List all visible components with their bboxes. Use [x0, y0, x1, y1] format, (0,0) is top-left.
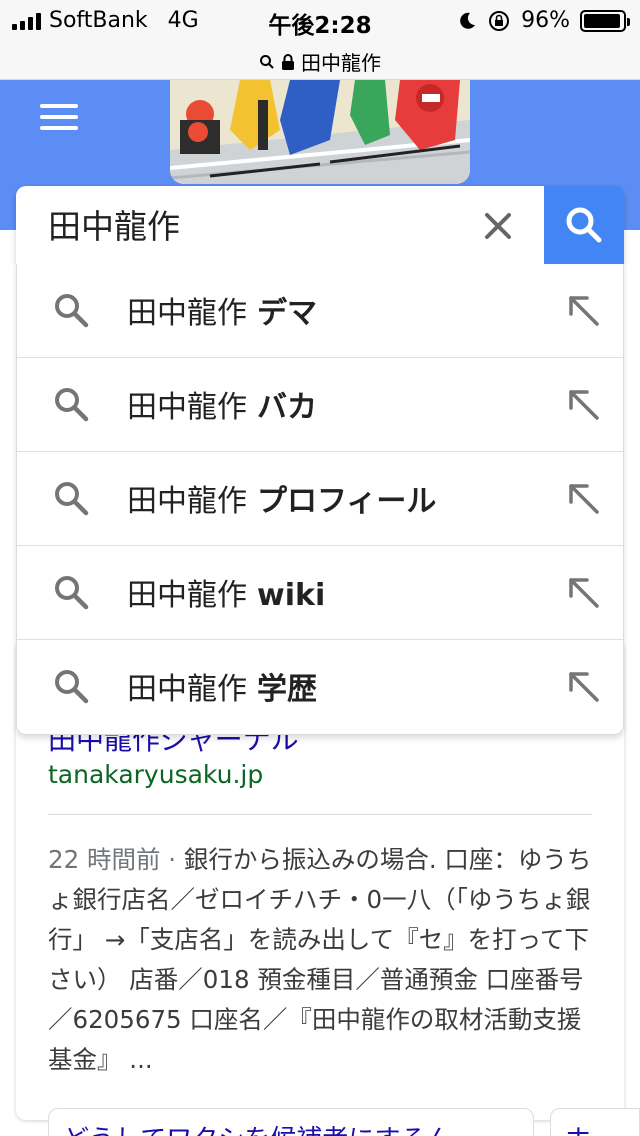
status-bar: SoftBank 4G 午後2:28 96% — [0, 0, 640, 44]
close-icon — [485, 213, 511, 239]
fill-query-arrow-icon[interactable] — [563, 290, 603, 330]
search-icon — [55, 482, 89, 516]
search-button[interactable] — [544, 186, 624, 264]
search-icon — [55, 388, 89, 422]
suggestion-text: 田中龍作 デマ — [127, 288, 317, 332]
suggestion-text: 田中龍作 プロフィール — [127, 476, 436, 520]
suggestion-text: 田中龍作 wiki — [127, 570, 325, 614]
search-icon — [55, 294, 89, 328]
related-search-chip-2[interactable]: ホ — [550, 1108, 640, 1136]
fill-query-arrow-icon[interactable] — [563, 666, 603, 706]
result-date: 22 時間前 · — [48, 845, 184, 874]
suggestion-text: 田中龍作 バカ — [127, 382, 317, 426]
suggestion-prefix: 田中龍作 — [127, 484, 247, 519]
url-domain: 田中龍作 — [301, 51, 381, 75]
battery-icon — [580, 9, 630, 32]
result-snippet-text: 銀行から振込みの場合. 口座：ゆうちょ銀行店名／ゼロイチハチ・0一八（「ゆうちょ… — [48, 845, 592, 1074]
moon-icon — [460, 12, 476, 29]
suggestion-suffix: wiki — [257, 578, 326, 613]
fill-query-arrow-icon[interactable] — [563, 384, 603, 424]
search-icon — [260, 54, 274, 69]
status-right: 96% — [457, 8, 630, 33]
suggestion-text: 田中龍作 学歴 — [127, 664, 317, 708]
lock-icon — [282, 53, 294, 70]
suggestion-prefix: 田中龍作 — [127, 578, 247, 613]
suggestion-prefix: 田中龍作 — [127, 390, 247, 425]
suggestion-item[interactable]: 田中龍作 バカ — [17, 358, 623, 452]
search-box — [16, 186, 624, 264]
suggestion-suffix: デマ — [257, 296, 317, 331]
suggestion-prefix: 田中龍作 — [127, 296, 247, 331]
doodle-illustration — [170, 80, 470, 184]
search-icon — [566, 207, 602, 243]
suggestion-suffix: バカ — [257, 390, 317, 425]
related-search-chip[interactable]: どうしてワタシを候補者にするん — [48, 1108, 534, 1136]
suggestion-suffix: プロフィール — [257, 484, 437, 519]
url-bar[interactable]: 田中龍作 — [0, 44, 640, 80]
rotation-lock-icon — [489, 10, 510, 31]
search-icon — [55, 670, 89, 704]
menu-icon[interactable] — [40, 104, 80, 132]
suggestion-item[interactable]: 田中龍作 デマ — [17, 264, 623, 358]
clear-button[interactable] — [478, 206, 518, 246]
fill-query-arrow-icon[interactable] — [563, 478, 603, 518]
suggestion-suffix: 学歴 — [257, 672, 317, 707]
suggestion-item[interactable]: 田中龍作 学歴 — [17, 640, 623, 734]
browser-page: SoftBank 4G 午後2:28 96% 田中龍作 田中龍作ジャーナル ta… — [0, 0, 640, 1136]
doodle-image[interactable] — [170, 80, 470, 184]
battery-level — [584, 13, 621, 28]
battery-percent: 96% — [521, 8, 570, 33]
suggestion-list: 田中龍作 デマ 田中龍作 バカ 田中龍作 プロフィール 田中龍作 wiki 田中… — [16, 264, 624, 735]
fill-query-arrow-icon[interactable] — [563, 572, 603, 612]
result-divider — [48, 814, 592, 815]
suggestion-prefix: 田中龍作 — [127, 672, 247, 707]
search-input[interactable] — [48, 202, 468, 246]
suggestion-item[interactable]: 田中龍作 wiki — [17, 546, 623, 640]
result-snippet: 22 時間前 · 銀行から振込みの場合. 口座：ゆうちょ銀行店名／ゼロイチハチ・… — [48, 840, 596, 1080]
suggestion-item[interactable]: 田中龍作 プロフィール — [17, 452, 623, 546]
result-url[interactable]: tanakaryusaku.jp — [48, 760, 263, 789]
search-icon — [55, 576, 89, 610]
